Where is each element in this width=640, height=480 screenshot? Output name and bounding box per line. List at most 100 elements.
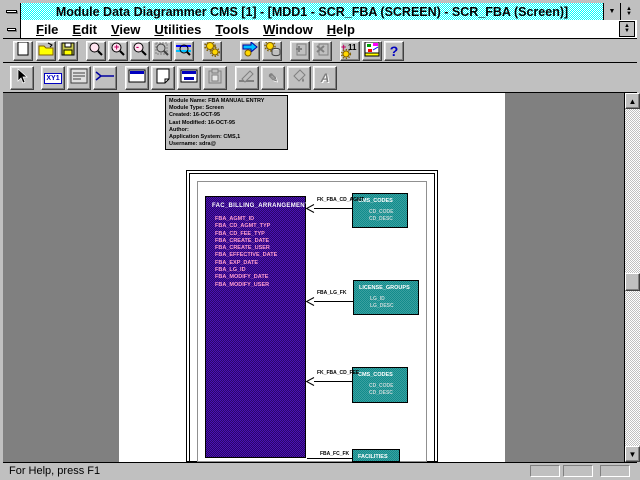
mdi-system-menu-button[interactable] [3, 20, 21, 38]
entity-title: FAC_BILLING_ARRANGEMENTS [212, 203, 305, 209]
menu-item[interactable]: Window [263, 22, 313, 37]
help-button[interactable]: ? [384, 41, 404, 61]
scroll-down-button[interactable]: ▼ [625, 446, 640, 462]
add-item-button[interactable] [290, 41, 310, 61]
font-tool-button[interactable]: A [313, 66, 337, 90]
entity-license-groups[interactable]: LICENSE_GROUPS LG_ID LG_DESC [353, 280, 419, 315]
generate-button[interactable] [202, 41, 222, 61]
zoom-in-icon: + [110, 41, 126, 61]
autolayout-button[interactable] [362, 41, 382, 61]
navigate-generate-button[interactable] [240, 41, 260, 61]
window-icon [128, 69, 146, 88]
status-text: For Help, press F1 [3, 465, 100, 477]
zoom-pan-icon [175, 41, 193, 61]
menu-item[interactable]: Tools [215, 22, 249, 37]
relation-label[interactable]: FK_FBA_CD_FEE [317, 370, 359, 376]
menu-item[interactable]: Utilities [154, 22, 201, 37]
relation-line[interactable] [307, 458, 352, 459]
entity-title: FACILITIES [358, 454, 399, 460]
relation-label[interactable]: FBA_FC_FK [320, 451, 349, 457]
pencil-icon: ✎ [268, 71, 278, 85]
entity-attribute: FBA_MODIFY_USER [215, 282, 305, 289]
entity-fac-billing-arrangements[interactable]: FAC_BILLING_ARRANGEMENTS FBA_AGMT_IDFBA_… [205, 196, 306, 458]
entity-cms-codes-2[interactable]: CMS_CODES CD_CODE CD_DESC [352, 367, 408, 403]
text-block-icon [70, 68, 88, 89]
window-filled-tool-button[interactable] [177, 66, 201, 90]
remove-item-button[interactable] [312, 41, 332, 61]
save-floppy-icon [61, 42, 75, 61]
create-count-button[interactable]: + 11 [340, 41, 360, 61]
entity-attribute: FBA_AGMT_ID [215, 216, 305, 223]
page-tool-button[interactable] [151, 66, 175, 90]
module-info-line: Last Modified: 16-OCT-95 [169, 120, 287, 127]
open-folder-icon [38, 42, 54, 61]
entity-attribute: LG_ID [370, 296, 418, 303]
pencil-line-tool-button[interactable] [235, 66, 259, 90]
system-menu-icon [6, 10, 17, 13]
new-button[interactable] [13, 41, 33, 61]
scroll-thumb[interactable] [625, 273, 640, 291]
add-item-icon [293, 42, 308, 60]
entity-attribute: FBA_EXP_DATE [215, 260, 305, 267]
system-menu-button[interactable] [3, 3, 21, 20]
entity-facilities[interactable]: FACILITIES [352, 449, 400, 462]
entity-attribute: CD_CODE [369, 383, 407, 390]
zoom-in-button[interactable]: + [108, 41, 128, 61]
window-tool-button[interactable] [125, 66, 149, 90]
minimize-button[interactable]: ▼ [603, 3, 620, 20]
fill-tool-button[interactable] [287, 66, 311, 90]
pointer-tool-button[interactable] [10, 66, 34, 90]
entity-attribute-list: CD_CODE CD_DESC [369, 209, 407, 223]
status-bar: For Help, press F1 [3, 462, 637, 478]
entity-attribute: CD_DESC [369, 390, 407, 397]
entity-attribute: FBA_LG_ID [215, 267, 305, 274]
text-block-tool-button[interactable] [67, 66, 91, 90]
fill-icon [291, 68, 307, 89]
zoom-actual-button[interactable] [86, 41, 106, 61]
relation-label[interactable]: FBA_LG_FK [317, 290, 346, 296]
help-icon: ? [390, 43, 399, 59]
font-icon: A [321, 71, 330, 85]
open-button[interactable] [36, 41, 56, 61]
paste-tool-button[interactable] [203, 66, 227, 90]
entity-title: CMS_CODES [358, 372, 407, 378]
paste-icon [207, 68, 223, 89]
mdi-restore-icon: ▲▼ [624, 24, 630, 34]
scroll-up-button[interactable]: ▲ [625, 93, 640, 109]
zoom-out-button[interactable]: - [130, 41, 150, 61]
gear-database-button[interactable] [262, 41, 282, 61]
create-count-gear-icon: + 11 [341, 43, 359, 59]
restore-icon: ▲▼ [626, 7, 632, 17]
entity-attribute: CD_DESC [369, 216, 407, 223]
menu-item[interactable]: View [111, 22, 140, 37]
menu-item[interactable]: File [36, 22, 58, 37]
mdi-system-menu-icon [7, 28, 16, 31]
mdi-restore-button[interactable]: ▲▼ [619, 21, 635, 37]
menu-bar: File Edit View Utilities Tools Window Help ▲▼ [3, 20, 637, 39]
connector-icon [95, 69, 115, 87]
drawing-toolbar: XY1 ✎ A [3, 63, 637, 93]
entity-attribute: FBA_CD_AGMT_TYP [215, 223, 305, 230]
menu-item[interactable]: Edit [72, 22, 97, 37]
remove-item-icon [315, 42, 330, 60]
pointer-icon [15, 68, 29, 89]
menu-item[interactable]: Help [327, 22, 355, 37]
zoom-region-button[interactable] [152, 41, 172, 61]
title-bar: Module Data Diagrammer CMS [1] - [MDD1 -… [3, 3, 637, 20]
scroll-down-icon: ▼ [629, 450, 637, 459]
entity-attribute: FBA_MODIFY_DATE [215, 274, 305, 281]
zoom-pan-button[interactable] [174, 41, 194, 61]
main-toolbar: + - + 11 [3, 39, 637, 63]
window-filled-icon [180, 69, 198, 88]
relation-label[interactable]: FK_FBA_CD_AGMT [317, 197, 364, 203]
vertical-scrollbar[interactable]: ▲ ▼ [624, 93, 640, 462]
pencil-tool-button[interactable]: ✎ [261, 66, 285, 90]
xy1-field-tool-button[interactable]: XY1 [41, 66, 65, 90]
module-info-line: Author: [169, 127, 287, 134]
entity-attribute: FBA_CREATE_USER [215, 245, 305, 252]
save-button[interactable] [58, 41, 78, 61]
crow-foot-icon [306, 377, 315, 386]
module-info-box[interactable]: Module Name: FBA MANUAL ENTRYModule Type… [165, 95, 288, 150]
restore-button[interactable]: ▲▼ [620, 3, 637, 20]
connector-tool-button[interactable] [93, 66, 117, 90]
